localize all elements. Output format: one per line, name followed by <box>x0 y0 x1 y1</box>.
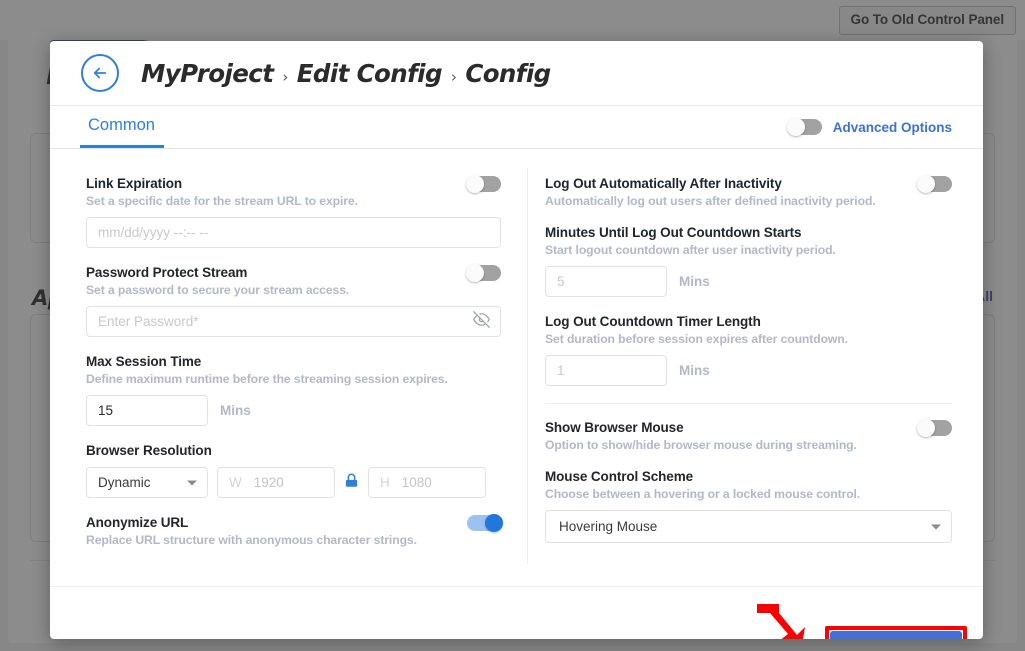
modal-footer: Save <box>50 586 983 639</box>
width-prefix-label: W <box>229 475 242 490</box>
field-label: Mouse Control Scheme <box>545 469 694 484</box>
toggle-knob <box>485 514 503 532</box>
field-link-expiration: Link Expiration Set a specific date for … <box>86 175 501 248</box>
field-label: Log Out Automatically After Inactivity <box>545 176 782 191</box>
field-description: Define maximum runtime before the stream… <box>86 372 448 386</box>
link-expiration-toggle[interactable] <box>466 175 501 193</box>
field-description: Start logout countdown after user inacti… <box>545 243 836 257</box>
toggle-knob <box>466 264 484 282</box>
field-description: Set duration before session expires afte… <box>545 332 848 346</box>
back-button[interactable] <box>81 54 119 92</box>
field-log-out-automatically: Log Out Automatically After Inactivity A… <box>545 175 952 208</box>
toggle-knob <box>786 118 805 136</box>
field-label: Max Session Time <box>86 354 202 369</box>
password-input[interactable]: Enter Password* <box>86 306 501 337</box>
tab-common[interactable]: Common <box>80 106 164 148</box>
field-description: Option to show/hide browser mouse during… <box>545 438 857 452</box>
field-label: Minutes Until Log Out Countdown Starts <box>545 225 802 240</box>
mouse-control-scheme-value: Hovering Mouse <box>559 519 658 534</box>
advanced-options-label: Advanced Options <box>832 119 952 135</box>
arrow-left-icon <box>93 67 107 79</box>
link-expiration-date-input[interactable]: mm/dd/yyyy --:-- -- <box>86 217 501 248</box>
field-logout-countdown-length: Log Out Countdown Timer Length Set durat… <box>545 314 952 386</box>
breadcrumb-separator-icon: › <box>450 67 457 86</box>
breadcrumb: MyProject › Edit Config › Config <box>141 59 551 88</box>
pointer-arrow-annotation <box>757 604 805 639</box>
field-password-protect-stream: Password Protect Stream Set a password t… <box>86 264 501 337</box>
toggle-knob <box>917 175 935 193</box>
breadcrumb-level-3: Config <box>465 58 551 88</box>
field-max-session-time: Max Session Time Define maximum runtime … <box>86 354 501 426</box>
resolution-mode-value: Dynamic <box>98 475 151 490</box>
chevron-down-icon <box>931 524 941 529</box>
field-description: Set a password to secure your stream acc… <box>86 283 350 297</box>
right-settings-column: Log Out Automatically After Inactivity A… <box>527 149 983 586</box>
height-placeholder: 1080 <box>401 475 432 490</box>
section-divider <box>545 403 952 404</box>
edit-config-modal: MyProject › Edit Config › Config Common … <box>50 41 983 639</box>
field-browser-resolution: Browser Resolution Dynamic W 1920 H 1080 <box>86 443 501 498</box>
mouse-control-scheme-select[interactable]: Hovering Mouse <box>545 510 952 543</box>
lock-icon[interactable] <box>344 472 359 494</box>
minutes-until-logout-input[interactable]: 5 <box>545 266 667 297</box>
unit-label: Mins <box>220 403 251 418</box>
field-anonymize-url: Anonymize URL Replace URL structure with… <box>86 514 503 547</box>
field-label: Anonymize URL <box>86 515 189 530</box>
modal-tabbar: Common Advanced Options <box>50 106 983 149</box>
field-description: Replace URL structure with anonymous cha… <box>86 533 417 547</box>
width-placeholder: 1920 <box>253 475 284 490</box>
height-prefix-label: H <box>380 475 390 490</box>
eye-off-icon[interactable] <box>473 310 490 333</box>
max-session-time-input[interactable]: 15 <box>86 395 208 426</box>
field-mouse-control-scheme: Mouse Control Scheme Choose between a ho… <box>545 469 952 543</box>
save-button[interactable]: Save <box>830 631 962 639</box>
breadcrumb-root[interactable]: MyProject <box>141 59 274 88</box>
modal-body: Link Expiration Set a specific date for … <box>50 149 983 586</box>
chevron-down-icon <box>187 480 197 485</box>
modal-header: MyProject › Edit Config › Config <box>50 41 983 106</box>
advanced-options-toggle[interactable] <box>786 118 822 136</box>
password-protect-toggle[interactable] <box>466 264 501 282</box>
resolution-mode-select[interactable]: Dynamic <box>86 467 208 498</box>
field-minutes-until-logout: Minutes Until Log Out Countdown Starts S… <box>545 225 952 297</box>
field-label: Log Out Countdown Timer Length <box>545 314 761 329</box>
field-description: Set a specific date for the stream URL t… <box>86 194 358 208</box>
resolution-width-input[interactable]: W 1920 <box>217 467 335 498</box>
resolution-height-input[interactable]: H 1080 <box>368 467 486 498</box>
unit-label: Mins <box>679 274 710 289</box>
field-description: Choose between a hovering or a locked mo… <box>545 487 861 501</box>
unit-label: Mins <box>679 363 710 378</box>
left-settings-column: Link Expiration Set a specific date for … <box>50 149 527 586</box>
breadcrumb-separator-icon: › <box>282 67 288 86</box>
anonymize-url-toggle[interactable] <box>467 514 503 532</box>
show-browser-mouse-toggle[interactable] <box>917 419 952 437</box>
field-show-browser-mouse: Show Browser Mouse Option to show/hide b… <box>545 419 952 452</box>
log-out-automatically-toggle[interactable] <box>917 175 952 193</box>
field-label: Show Browser Mouse <box>545 420 684 435</box>
breadcrumb-level-2[interactable]: Edit Config <box>297 59 443 88</box>
advanced-options-control[interactable]: Advanced Options <box>786 118 952 136</box>
logout-countdown-length-input[interactable]: 1 <box>545 355 667 386</box>
field-label: Link Expiration <box>86 176 183 191</box>
toggle-knob <box>466 175 484 193</box>
toggle-knob <box>917 419 935 437</box>
field-label: Password Protect Stream <box>86 265 248 280</box>
field-label: Browser Resolution <box>86 443 212 458</box>
field-description: Automatically log out users after define… <box>545 194 876 208</box>
